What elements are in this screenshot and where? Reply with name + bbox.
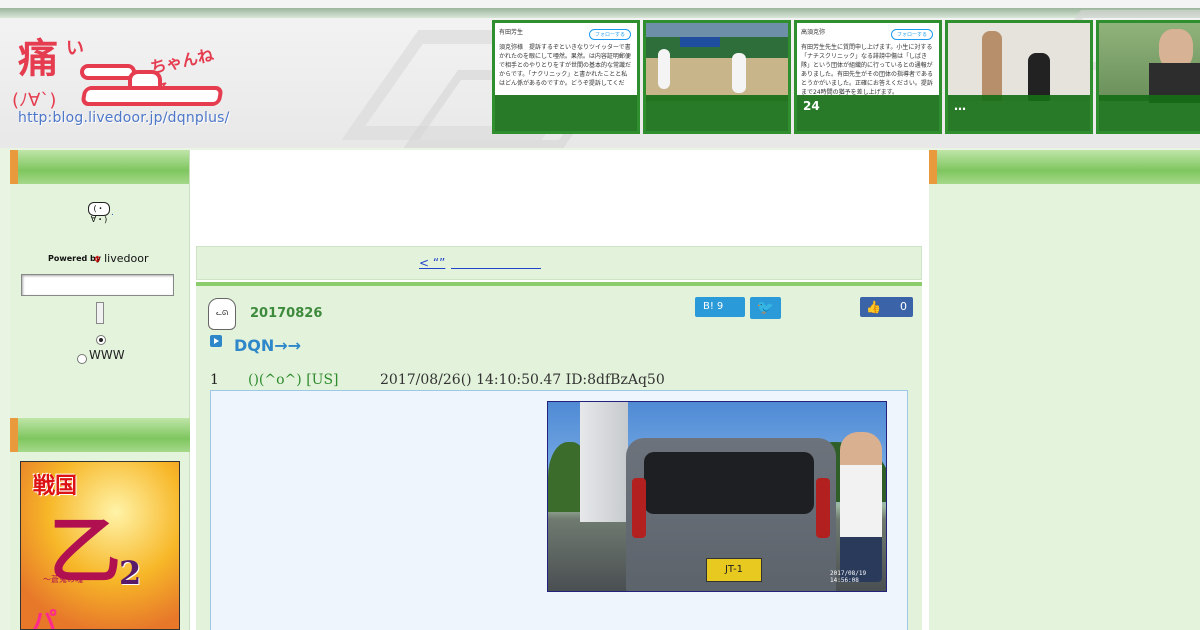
nav-link-underline (451, 268, 541, 269)
post-author: ()(^o^) [US] (248, 372, 339, 388)
photo-person (840, 432, 882, 582)
photo-car: JT-1 (626, 438, 836, 591)
facebook-like-button[interactable]: 👍 0 (860, 297, 913, 317)
radio-www-search[interactable] (77, 354, 87, 364)
thumbnail-caption (646, 95, 788, 131)
play-icon (210, 335, 222, 347)
prev-article-link[interactable]: < “” (419, 256, 445, 270)
logo-shape (80, 86, 224, 106)
hatena-bookmark-button[interactable]: B! 9 (695, 297, 745, 317)
search-input[interactable] (21, 274, 174, 296)
photo-timestamp: 2017/08/19 14:56:08 (830, 570, 867, 584)
cat-icon: ᓚᘏ (208, 298, 236, 330)
thumbnail-card[interactable]: … (945, 20, 1093, 134)
article: ᓚᘏ 20170826 B! 9 🐦 👍 0 DQN→→ 1 ()(^o^) [U… (196, 282, 922, 630)
face-link[interactable]: . (111, 208, 114, 218)
thumbnail-card[interactable]: 高須克弥 フォローする 有田芳生先生に質問申し上げます。小生に対する「ナチスクリ… (794, 20, 942, 134)
thumbnail-caption: 24 (797, 95, 939, 131)
article-date: 20170826 (250, 306, 323, 321)
livedoor-logo: ⌽ livedoor (94, 252, 149, 265)
thumbnail-caption: … (948, 95, 1090, 131)
left-sidebar: (・∀・) . Powered by ⌽ livedoor WWW 戦国 乙 2… (10, 150, 190, 630)
tweet-author: 有田芳生 (499, 29, 524, 36)
tweet-author: 高須克弥 (801, 29, 826, 36)
ad-corner-text: パ (31, 608, 58, 630)
site-logo[interactable]: 痛 い ちゃんねる (ﾉ∀`) http:blog.livedoor.jp/dq… (10, 20, 230, 130)
thumbnail-caption (495, 95, 637, 131)
car-taillight (632, 478, 646, 538)
like-icon: 👍 (866, 300, 881, 314)
ad-banner[interactable]: 戦国 乙 2 ～蒼鬼の魂～ パ (20, 461, 180, 630)
post-number: 1 (210, 372, 219, 388)
logo-url: http:blog.livedoor.jp/dqnplus/ (18, 110, 230, 126)
follow-button: フォローする (890, 29, 933, 40)
site-header: 痛 い ちゃんねる (ﾉ∀`) http:blog.livedoor.jp/dq… (0, 0, 1200, 148)
logo-small-text: い (66, 38, 84, 59)
thumbnail-image (1099, 23, 1200, 103)
right-sidebar (929, 150, 1200, 630)
header-thumbnails: 有田芳生 フォローする 須克弥様 提訴するぞといきなりツイッターで書かれたのを眼… (492, 20, 1200, 134)
thumbnail-caption (1099, 95, 1200, 131)
post-body: JT-1 2017/08/19 14:56:08 (210, 390, 908, 630)
logo-face: (ﾉ∀`) (12, 90, 57, 111)
post-photo[interactable]: JT-1 2017/08/19 14:56:08 (547, 401, 887, 592)
radio-www-label: WWW (89, 348, 125, 362)
thumbnail-image (646, 23, 788, 101)
sidebar-section-header (10, 150, 189, 184)
photo-pillar (580, 402, 628, 522)
thumbnail-card[interactable]: 有田芳生 フォローする 須克弥様 提訴するぞといきなりツイッターで書かれたのを眼… (492, 20, 640, 134)
article-title[interactable]: DQN→→ (234, 336, 301, 355)
car-taillight (816, 478, 830, 538)
radio-blog-search[interactable] (96, 335, 106, 345)
logo-kanji: 痛 (18, 35, 58, 82)
twitter-icon: 🐦 (756, 300, 775, 316)
ad-number: 2 (119, 554, 142, 592)
face-icon[interactable]: (・∀・) (88, 202, 110, 224)
thumbnail-image (948, 23, 1090, 101)
sidebar-section-header (929, 150, 1200, 184)
post-meta: 2017/08/26() 14:10:50.47 ID:8dfBzAq50 (380, 372, 665, 388)
car-window (644, 452, 814, 514)
search-button[interactable] (96, 302, 104, 324)
follow-button: フォローする (588, 29, 631, 40)
thumbnail-card[interactable] (1096, 20, 1200, 134)
ad-subtitle: ～蒼鬼の魂～ (43, 575, 91, 584)
twitter-share-button[interactable]: 🐦 (750, 297, 781, 319)
like-count: 0 (900, 300, 907, 313)
thumbnail-card[interactable] (643, 20, 791, 134)
header-topline (0, 8, 1200, 18)
sidebar-section-header (10, 418, 190, 452)
main-content: < “” ᓚᘏ 20170826 B! 9 🐦 👍 0 DQN→→ 1 ()(^o… (190, 150, 929, 630)
article-nav: < “” (196, 246, 922, 280)
license-plate: JT-1 (706, 558, 762, 582)
